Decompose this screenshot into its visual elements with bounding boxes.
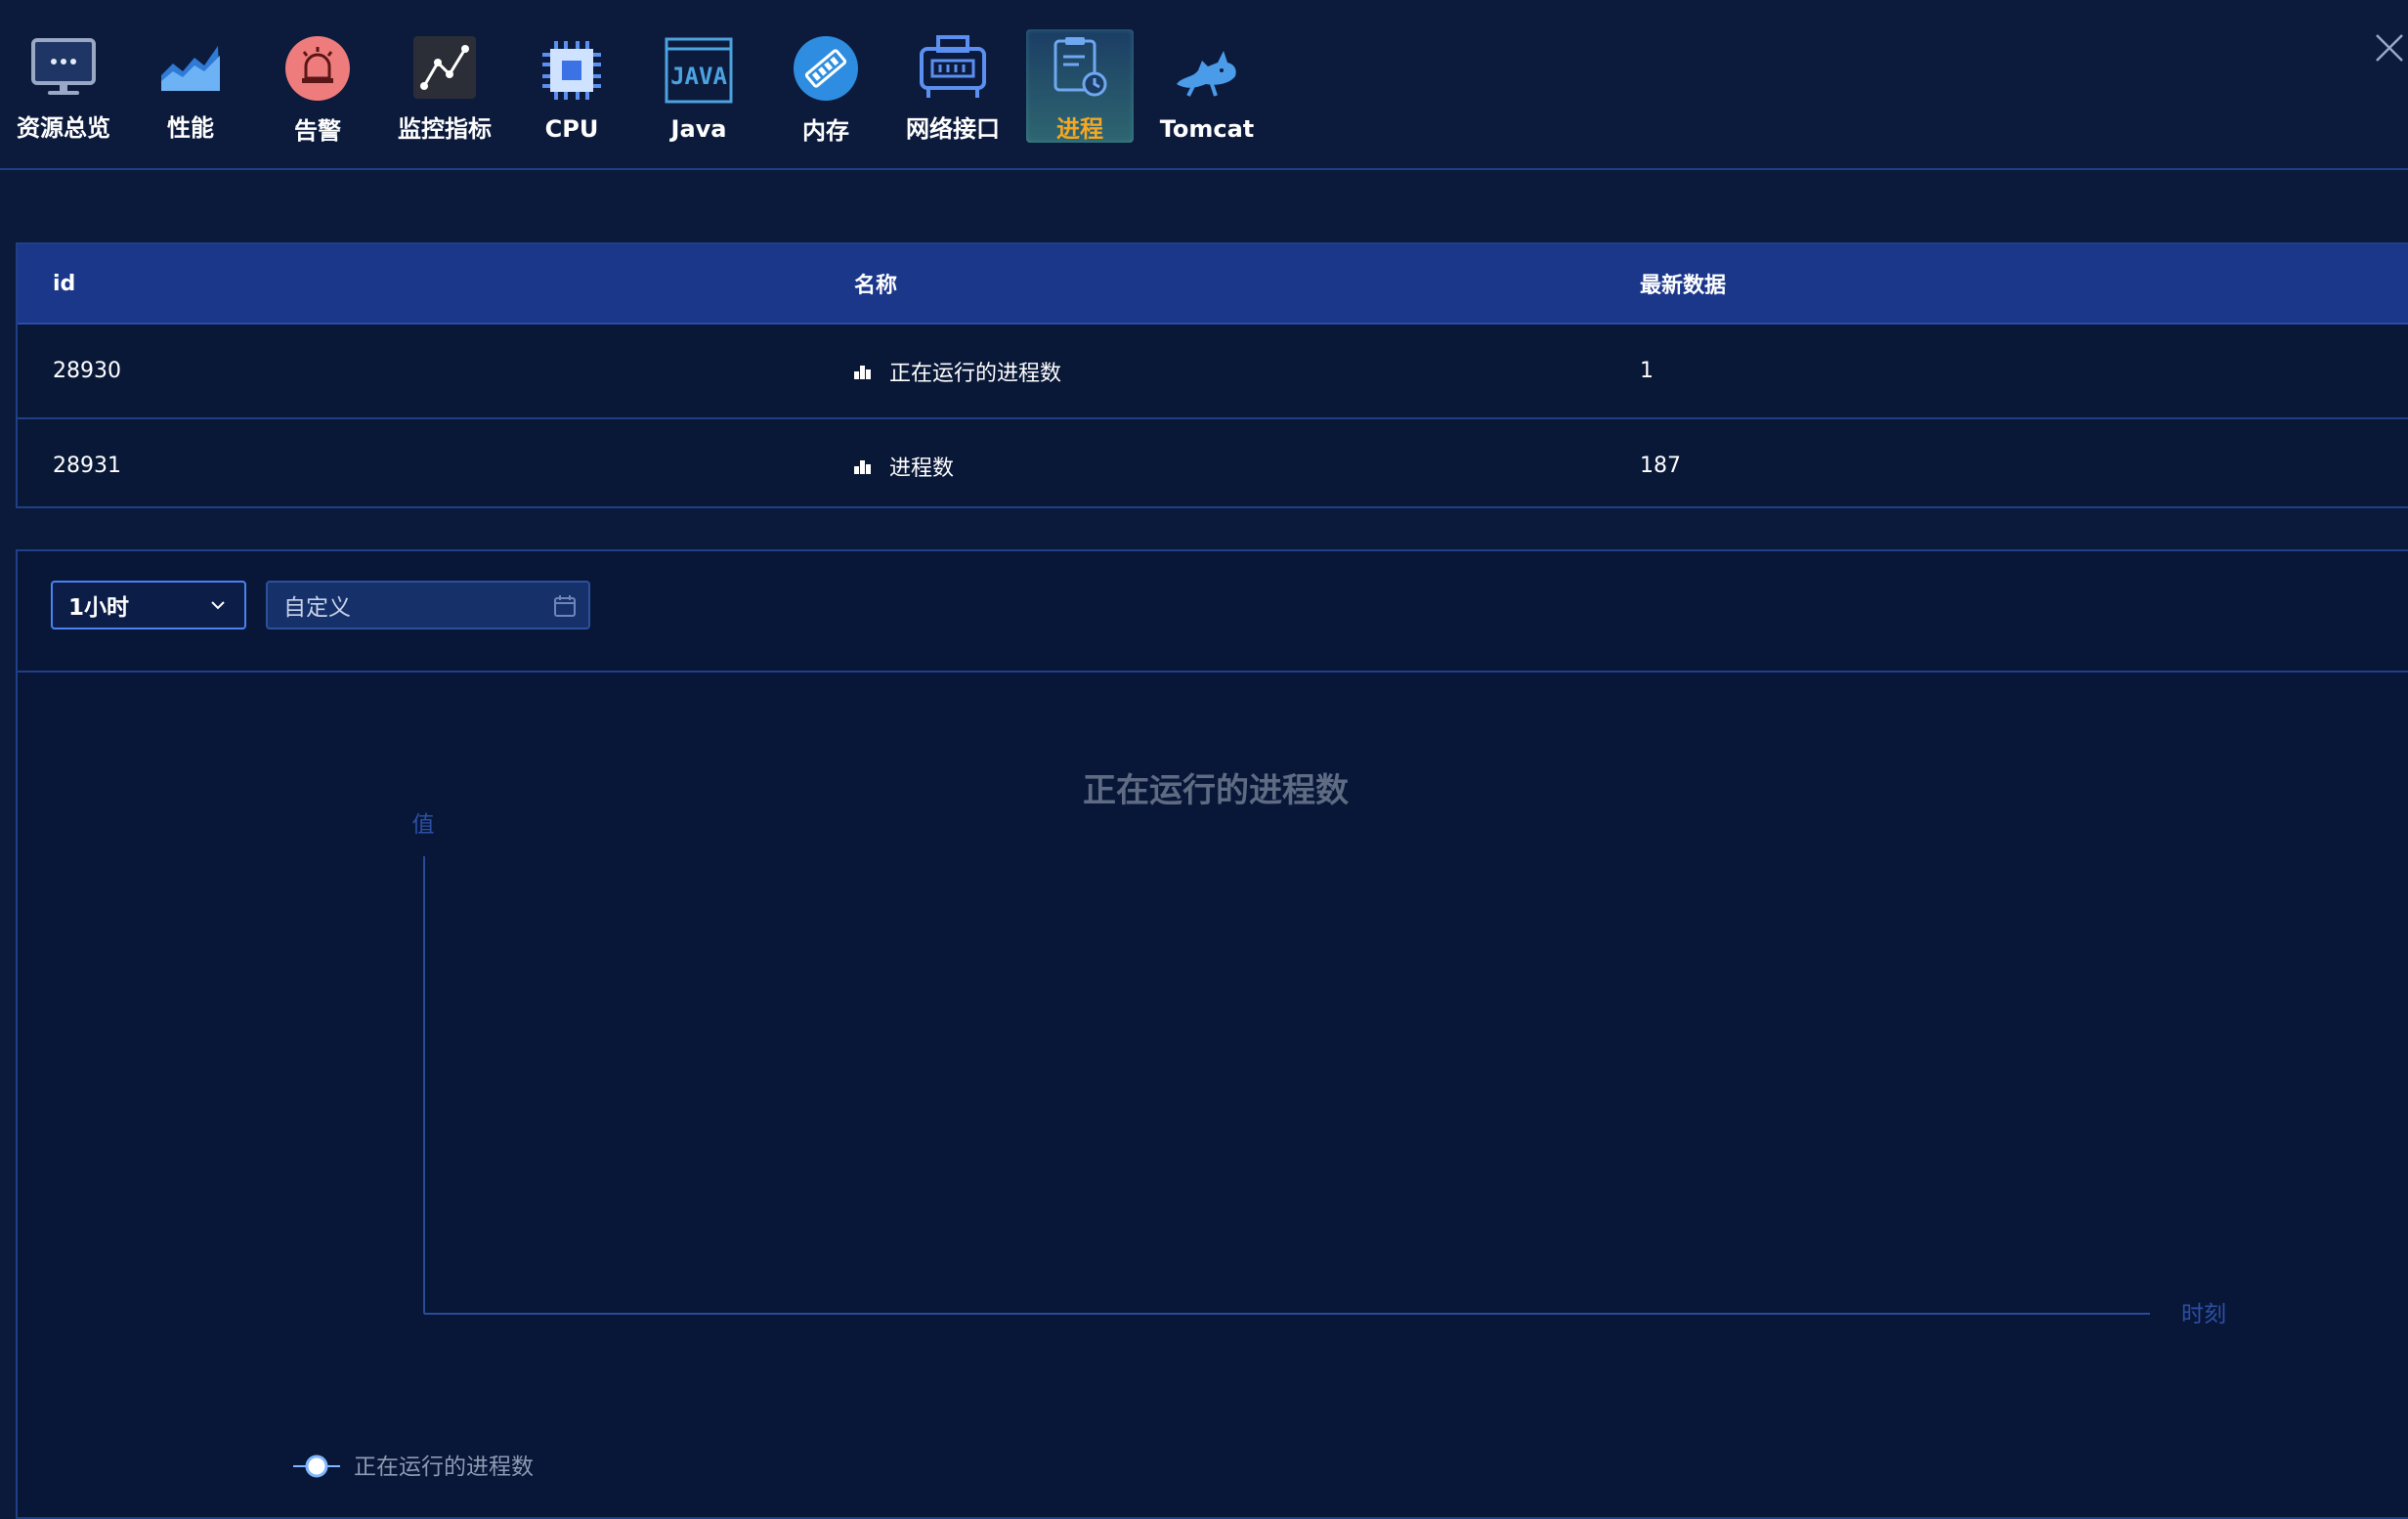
time-range-value: 1小时 [68, 595, 130, 621]
cell-latest: 187 [1640, 454, 1681, 478]
metrics-table: id 名称 最新数据 28930 正在运行的进程数 1 28931 进程数 18… [16, 242, 2408, 508]
chart-title: 正在运行的进程数 [1083, 771, 1349, 810]
nav-label: 网络接口 [906, 115, 1000, 143]
time-range-select[interactable]: 1小时 [51, 581, 246, 629]
nav-item-performance[interactable]: 性能 [137, 29, 244, 143]
close-icon [2376, 34, 2403, 62]
calendar-icon[interactable] [551, 592, 579, 620]
nav-item-java[interactable]: JAVA Java [645, 29, 752, 143]
legend[interactable]: 正在运行的进程数 [293, 1454, 534, 1480]
column-header-latest[interactable]: 最新数据 [1616, 268, 2408, 299]
nav-label: Tomcat [1159, 115, 1255, 143]
cell-id: 28931 [53, 454, 121, 478]
nav-item-process[interactable]: 进程 [1026, 29, 1134, 143]
nav-item-cpu[interactable]: CPU [518, 29, 625, 143]
nav-label: 内存 [802, 117, 849, 145]
nav-label: 资源总览 [17, 114, 110, 142]
custom-date-picker[interactable]: 自定义 [266, 581, 590, 629]
nav-label: CPU [544, 115, 599, 143]
alarm-icon [282, 35, 353, 102]
table-header: id 名称 最新数据 [18, 244, 2408, 325]
nav-label: 告警 [294, 117, 341, 145]
svg-text:JAVA: JAVA [670, 63, 727, 90]
x-axis-label: 时刻 [2181, 1302, 2226, 1327]
y-axis-label: 值 [412, 812, 435, 838]
chart-panel: 1小时 自定义 正在运行的进程数 值 时刻 正在运行的进程数 [16, 549, 2408, 1519]
cell-latest: 1 [1640, 359, 1654, 383]
nav-item-overview[interactable]: 资源总览 [10, 29, 117, 143]
nav-item-metrics[interactable]: 监控指标 [391, 29, 498, 143]
monitor-icon [28, 35, 99, 99]
cpu-icon [537, 35, 607, 106]
legend-marker [305, 1454, 328, 1478]
nav-label: Java [670, 115, 727, 143]
line-chart-icon [409, 35, 480, 100]
process-icon [1045, 35, 1115, 100]
cell-name[interactable]: 进程数 [817, 451, 1616, 482]
bar-chart-icon[interactable] [854, 364, 872, 379]
cell-id: 28930 [53, 359, 121, 383]
process-chart: 正在运行的进程数 值 时刻 正在运行的进程数 [293, 771, 2226, 1480]
custom-date-placeholder: 自定义 [283, 595, 351, 621]
java-icon: JAVA [664, 35, 734, 106]
column-header-id[interactable]: id [18, 272, 817, 296]
nav-item-network[interactable]: 网络接口 [899, 29, 1007, 143]
nav-item-alarm[interactable]: 告警 [264, 29, 371, 145]
chevron-down-icon [211, 601, 225, 610]
metric-name: 进程数 [889, 456, 955, 481]
tomcat-icon [1172, 35, 1242, 106]
metric-name: 正在运行的进程数 [889, 361, 1062, 386]
nav-item-memory[interactable]: 内存 [772, 29, 880, 145]
filter-bar: 1小时 自定义 [18, 551, 2408, 673]
memory-icon [791, 35, 861, 102]
nav-label: 性能 [167, 114, 214, 142]
top-toolbar: 资源总览 性能 告警 监控指标 CPU JAVA Java 内存 网络接口 进程… [0, 0, 2408, 170]
cell-name[interactable]: 正在运行的进程数 [817, 356, 1616, 387]
area-chart-icon [155, 35, 226, 99]
legend-label: 正在运行的进程数 [354, 1454, 534, 1480]
bar-chart-icon[interactable] [854, 458, 872, 474]
nav-item-tomcat[interactable]: Tomcat [1153, 29, 1261, 143]
nav-label: 进程 [1056, 115, 1103, 143]
nav-label: 监控指标 [398, 115, 492, 143]
table-row[interactable]: 28931 进程数 187 [18, 419, 2408, 512]
category-nav: 资源总览 性能 告警 监控指标 CPU JAVA Java 内存 网络接口 进程… [10, 29, 1280, 145]
network-interface-icon [918, 35, 988, 100]
column-header-name[interactable]: 名称 [817, 268, 1616, 299]
close-button[interactable] [2369, 27, 2408, 66]
table-row[interactable]: 28930 正在运行的进程数 1 [18, 325, 2408, 419]
